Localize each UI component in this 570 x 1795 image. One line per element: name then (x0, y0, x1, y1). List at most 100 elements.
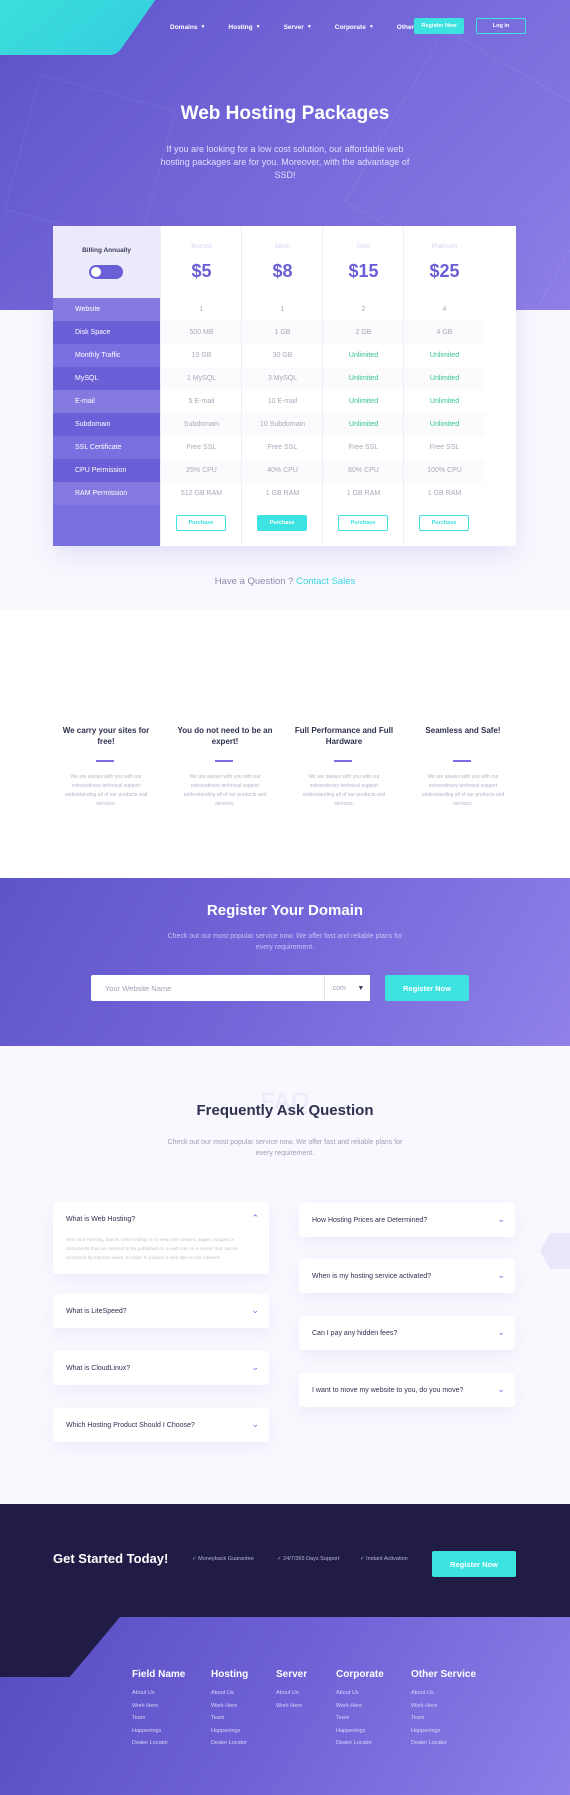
footer-heading: Other Service (411, 1669, 477, 1680)
faq-subtitle: Check out our most popular service now. … (167, 1139, 403, 1157)
footer-link[interactable]: Work Here (211, 1703, 248, 1716)
divider (453, 760, 471, 762)
footer-link[interactable]: Team (132, 1715, 185, 1728)
plan-cell: Unlimited (404, 413, 485, 436)
register-now-button[interactable]: Register Now (414, 18, 464, 34)
chevron-down-icon: ⌄ (497, 1270, 505, 1280)
chevron-down-icon: ⌄ (497, 1327, 505, 1337)
check-label: 24/7/365 Days Support (283, 1556, 340, 1562)
faq-item[interactable]: Can I pay any hidden fees? ⌄ (299, 1316, 515, 1350)
login-button[interactable]: Log in (476, 18, 526, 34)
footer-link[interactable]: Team (211, 1715, 248, 1728)
domain-subtitle: Check out our most popular service now. … (167, 933, 403, 951)
footer-link[interactable]: Team (411, 1715, 476, 1728)
plan-cell: 25% CPU (161, 459, 242, 482)
plan-cell: Unlimited (323, 344, 404, 367)
nav-corporate[interactable]: Corporate ▼ (335, 24, 374, 31)
footer-heading: Field Name (132, 1669, 186, 1680)
plan-name: Gold (356, 243, 371, 250)
footer-link[interactable]: Dealer Locator (411, 1740, 476, 1753)
footer-link[interactable]: Work Here (276, 1703, 307, 1716)
nav-server[interactable]: Server ▼ (284, 24, 312, 31)
feature-row-label: RAM Permission (53, 482, 160, 505)
billing-label: Billing Annually (82, 247, 131, 254)
tld-select[interactable]: .com ▼ (324, 975, 370, 1001)
footer-link[interactable]: Happenings (211, 1728, 248, 1741)
feature-title: You do not need to be an expert! (177, 726, 273, 746)
decorative-hexagon (4, 74, 176, 246)
purchase-button[interactable]: Purchase (176, 515, 226, 531)
plan-cell: 1 GB RAM (404, 482, 485, 505)
nav-hosting[interactable]: Hosting ▼ (228, 24, 260, 31)
footer-link[interactable]: Happenings (411, 1728, 476, 1741)
toggle-knob (91, 267, 101, 277)
contact-sales-link[interactable]: Contact Sales (296, 576, 355, 587)
footer-link[interactable]: Dealer Locator (211, 1740, 248, 1753)
feature-text: We are always with you with our extraord… (183, 774, 267, 807)
purchase-button[interactable]: Purchase (338, 515, 388, 531)
footer-link[interactable]: Happenings (336, 1728, 384, 1741)
decorative-hexagon (540, 1233, 570, 1269)
plan-cell: 10 Subdomain (242, 413, 323, 436)
nav-domains[interactable]: Domains ▼ (170, 24, 205, 31)
purchase-button[interactable]: Purchase (419, 515, 469, 531)
hexagon-icon (451, 679, 475, 701)
faq-item[interactable]: I want to move my website to you, do you… (299, 1373, 515, 1407)
faq-item[interactable]: What is CloudLinux? ⌄ (53, 1351, 269, 1385)
faq-item[interactable]: What is LiteSpeed? ⌄ (53, 1294, 269, 1328)
purchase-button[interactable]: Purchase (257, 515, 307, 531)
faq-question: What is Web Hosting? (66, 1215, 136, 1223)
nav-label: Other (396, 23, 415, 31)
caret-down-icon: ▼ (306, 24, 312, 30)
billing-toggle[interactable] (89, 265, 123, 279)
footer-link[interactable]: Dealer Locator (132, 1740, 185, 1753)
plan-column: Silver $8 1 1 GB 30 GB 3 MySQL 10 E-mail 10 Sub… (241, 226, 323, 546)
footer-link[interactable]: Dealer Locator (336, 1740, 384, 1753)
domain-register-button[interactable]: Register Now (385, 975, 469, 1001)
faq-item[interactable]: Which Hosting Product Should I Choose? ⌄ (53, 1408, 269, 1442)
plan-price: $25 (429, 261, 460, 281)
feature-row-label: Subdomain (53, 413, 160, 436)
plan-cell: 60% CPU (323, 459, 404, 482)
domain-title: Register Your Domain (206, 902, 364, 919)
footer-link[interactable]: Team (336, 1715, 384, 1728)
footer-link[interactable]: Work Here (411, 1703, 476, 1716)
plan-price: $8 (272, 261, 293, 281)
plan-cell: Free SSL (161, 436, 242, 459)
footer-link[interactable]: Work Here (336, 1703, 384, 1716)
faq-answer: Web Site Hosting, that is, web hosting, … (66, 1238, 238, 1261)
plan-cell: 40% CPU (242, 459, 323, 482)
hexagon-icon (332, 679, 356, 701)
feature-text: We are always with you with our extraord… (302, 774, 386, 807)
plan-cell: Unlimited (323, 413, 404, 436)
faq-question: What is CloudLinux? (66, 1364, 131, 1372)
footer-link[interactable]: About Us (411, 1690, 476, 1703)
faq-item[interactable]: How Hosting Prices are Determined? ⌄ (299, 1203, 515, 1237)
cta-title: Get Started Today! (53, 1551, 169, 1566)
billing-header: Billing Annually (53, 226, 160, 298)
footer-link[interactable]: About Us (336, 1690, 384, 1703)
footer-link[interactable]: About Us (132, 1690, 185, 1703)
divider (96, 760, 114, 762)
footer-link[interactable]: Happenings (132, 1728, 185, 1741)
plan-cell: 1 MySQL (161, 367, 242, 390)
plan-cell: Unlimited (404, 367, 485, 390)
footer-link[interactable]: Work Here (132, 1703, 185, 1716)
faq-item-expanded[interactable]: What is Web Hosting? ⌃ Web Site Hosting,… (53, 1202, 269, 1274)
plan-cell: Unlimited (323, 367, 404, 390)
hero-accent-shape (0, 0, 184, 55)
plan-cell: 10 GB (161, 344, 242, 367)
domain-search-input[interactable]: Your Website Name (91, 975, 324, 1001)
get-started-section: Get Started Today! ✓ Moneyback Guarantee… (0, 1504, 570, 1617)
features-section: We carry your sites for free! We are alw… (0, 610, 570, 878)
feature-column: Billing Annually Website Disk Space Monthl… (53, 226, 160, 546)
feature-row-label: Monthly Traffic (53, 344, 160, 367)
footer-link[interactable]: About Us (211, 1690, 248, 1703)
plan-name: Bronze (191, 243, 212, 250)
faq-item[interactable]: When is my hosting service activated? ⌄ (299, 1259, 515, 1293)
plan-cell: 100% CPU (404, 459, 485, 482)
footer-link[interactable]: About Us (276, 1690, 307, 1703)
plan-cell: 1 (161, 298, 242, 321)
plan-cell: Unlimited (323, 390, 404, 413)
cta-register-button[interactable]: Register Now (432, 1551, 516, 1577)
